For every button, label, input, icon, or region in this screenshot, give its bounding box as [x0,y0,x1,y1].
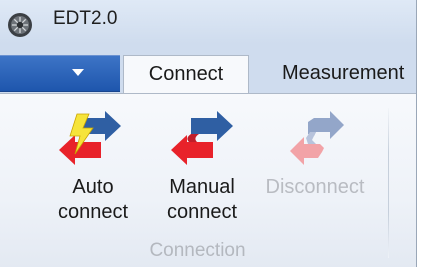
auto-connect-label-line1: Auto [72,176,114,198]
app-window: EDT2.0 Connect Measurement Auto connect … [0,0,417,267]
manual-connect-icon [171,111,233,165]
title-bar: EDT2.0 [0,0,416,44]
disconnect-label: Disconnect [265,176,365,198]
tab-measurement[interactable]: Measurement [264,55,416,94]
manual-connect-label-line2: connect [166,201,238,223]
auto-connect-button[interactable]: Auto connect [50,110,136,228]
group-label-connection: Connection [149,240,246,261]
disconnect-icon [290,111,344,165]
auto-connect-icon [59,111,121,165]
disconnect-button[interactable]: Disconnect [255,110,375,228]
auto-connect-label-line2: connect [57,201,129,223]
file-menu-button[interactable] [0,55,120,92]
window-title: EDT2.0 [53,8,118,29]
tab-connect[interactable]: Connect [123,55,249,94]
group-separator [388,108,389,258]
app-gear-icon[interactable] [7,12,33,38]
manual-connect-button[interactable]: Manual connect [155,110,249,228]
file-menu-dropdown-icon [72,69,84,76]
manual-connect-label-line1: Manual [169,176,235,198]
